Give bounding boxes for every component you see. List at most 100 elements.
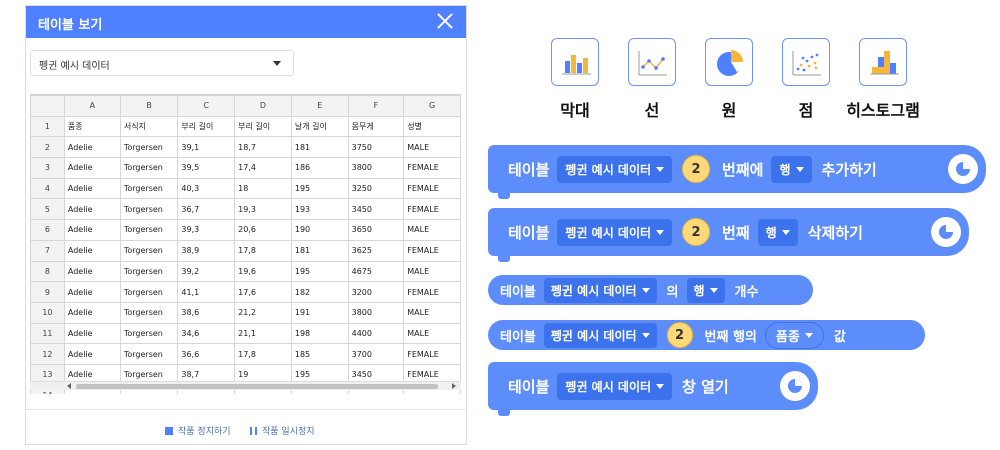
grid-cell[interactable]: Torgersen bbox=[119, 177, 179, 200]
index-input[interactable]: 2 bbox=[666, 322, 693, 348]
row-count-block[interactable]: 테이블 펭귄 예시 데이터 의 행 개수 bbox=[488, 275, 813, 305]
grid-cell[interactable]: 3750 bbox=[347, 136, 405, 159]
grid-cell[interactable]: 21,1 bbox=[234, 322, 292, 345]
grid-cell[interactable]: 성별 bbox=[403, 115, 461, 138]
grid-column-header[interactable]: G bbox=[403, 95, 461, 117]
grid-cell[interactable]: Adelie bbox=[63, 157, 121, 179]
grid-cell[interactable]: 3700 bbox=[347, 343, 405, 365]
delete-row-block[interactable]: 테이블 펭귄 예시 데이터 2 번째 행 삭제하기 bbox=[488, 208, 969, 262]
grid-cell[interactable]: 195 bbox=[290, 177, 349, 200]
grid-column-header[interactable]: F bbox=[347, 95, 405, 117]
scatter-chart-button[interactable] bbox=[782, 38, 830, 86]
histogram-button[interactable] bbox=[859, 38, 907, 86]
grid-cell[interactable]: MALE bbox=[403, 219, 461, 241]
grid-cell[interactable]: 20,6 bbox=[234, 219, 292, 241]
scrollbar-thumb[interactable] bbox=[76, 384, 438, 389]
grid-cell[interactable]: Torgersen bbox=[119, 301, 179, 324]
grid-cell[interactable]: 39,1 bbox=[177, 136, 236, 159]
grid-cell[interactable]: Torgersen bbox=[119, 136, 179, 159]
grid-cell[interactable]: 3200 bbox=[347, 281, 405, 303]
grid-cell[interactable]: 날개 길이 bbox=[290, 115, 349, 138]
table-dropdown[interactable]: 펭귄 예시 데이터 bbox=[557, 218, 673, 246]
grid-cell[interactable]: 4400 bbox=[347, 322, 405, 345]
grid-row-header[interactable]: 11 bbox=[30, 322, 65, 345]
table-dropdown[interactable]: 펭귄 예시 데이터 bbox=[557, 372, 673, 400]
grid-cell[interactable]: 181 bbox=[290, 136, 349, 159]
grid-cell[interactable]: FEMALE bbox=[403, 198, 461, 221]
grid-cell[interactable]: 18 bbox=[234, 177, 292, 200]
grid-row-header[interactable]: 12 bbox=[30, 343, 65, 365]
add-row-block[interactable]: 테이블 펭귄 예시 데이터 2 번째에 행 추가하기 bbox=[488, 145, 986, 199]
grid-cell[interactable]: 182 bbox=[290, 281, 349, 303]
row-col-dropdown[interactable]: 행 bbox=[771, 155, 812, 183]
grid-cell[interactable]: 39,3 bbox=[177, 219, 236, 241]
grid-cell[interactable]: Adelie bbox=[63, 301, 121, 324]
grid-column-header[interactable]: E bbox=[290, 95, 349, 117]
grid-cell[interactable]: 193 bbox=[290, 198, 349, 221]
grid-cell[interactable]: MALE bbox=[403, 260, 461, 283]
grid-cell[interactable]: Adelie bbox=[63, 198, 121, 221]
grid-column-header[interactable]: A bbox=[63, 95, 121, 117]
grid-cell[interactable]: MALE bbox=[403, 301, 461, 324]
pause-project-button[interactable]: 작품 일시정지 bbox=[250, 424, 315, 437]
grid-column-header[interactable]: B bbox=[119, 95, 179, 117]
grid-row-header[interactable]: 4 bbox=[30, 177, 65, 200]
grid-row-header[interactable]: 6 bbox=[30, 219, 65, 241]
grid-cell[interactable]: 부리 길이 bbox=[234, 115, 292, 138]
grid-cell[interactable]: 부리 길이 bbox=[177, 115, 236, 138]
cell-value-block[interactable]: 테이블 펭귄 예시 데이터 2 번째 행의 품종 값 bbox=[488, 320, 925, 350]
grid-cell[interactable]: 18,7 bbox=[234, 136, 292, 159]
open-chart-window-block[interactable]: 테이블 펭귄 예시 데이터 창 열기 bbox=[488, 362, 818, 416]
grid-cell[interactable]: 서식지 bbox=[119, 115, 179, 138]
grid-cell[interactable]: 4675 bbox=[347, 260, 405, 283]
horizontal-scrollbar[interactable] bbox=[30, 381, 461, 390]
grid-cell[interactable]: 3650 bbox=[347, 219, 405, 241]
grid-cell[interactable]: Torgersen bbox=[119, 322, 179, 345]
index-input[interactable]: 2 bbox=[682, 155, 711, 183]
grid-cell[interactable]: 186 bbox=[290, 157, 349, 179]
grid-cell[interactable]: 41,1 bbox=[177, 281, 236, 303]
row-col-dropdown[interactable]: 행 bbox=[686, 277, 725, 303]
column-dropdown[interactable]: 품종 bbox=[764, 321, 824, 349]
grid-cell[interactable]: Adelie bbox=[63, 260, 121, 283]
grid-cell[interactable]: 39,2 bbox=[177, 260, 236, 283]
grid-row-header[interactable]: 3 bbox=[30, 157, 65, 179]
grid-cell[interactable]: Torgersen bbox=[119, 219, 179, 241]
grid-cell[interactable]: Torgersen bbox=[119, 239, 179, 262]
bar-chart-button[interactable] bbox=[551, 38, 599, 86]
grid-cell[interactable]: Adelie bbox=[63, 136, 121, 159]
grid-cell[interactable]: 36,6 bbox=[177, 343, 236, 365]
grid-cell[interactable]: 3625 bbox=[347, 239, 405, 262]
grid-cell[interactable]: 3450 bbox=[347, 198, 405, 221]
grid-cell[interactable]: 3800 bbox=[347, 157, 405, 179]
grid-cell[interactable]: FEMALE bbox=[403, 177, 461, 200]
table-select[interactable]: 펭귄 예시 데이터 bbox=[30, 50, 294, 76]
grid-cell[interactable]: 34,6 bbox=[177, 322, 236, 345]
grid-cell[interactable]: Adelie bbox=[63, 322, 121, 345]
grid-cell[interactable]: 품종 bbox=[63, 115, 121, 138]
grid-cell[interactable]: 185 bbox=[290, 343, 349, 365]
grid-row-header[interactable]: 2 bbox=[30, 136, 65, 159]
grid-cell[interactable]: FEMALE bbox=[403, 239, 461, 262]
grid-cell[interactable]: 17,4 bbox=[234, 157, 292, 179]
grid-cell[interactable]: Torgersen bbox=[119, 343, 179, 365]
grid-cell[interactable]: MALE bbox=[403, 322, 461, 345]
grid-cell[interactable]: 3800 bbox=[347, 301, 405, 324]
table-dropdown[interactable]: 펭귄 예시 데이터 bbox=[543, 322, 657, 348]
grid-cell[interactable]: 39,5 bbox=[177, 157, 236, 179]
grid-row-header[interactable]: 9 bbox=[30, 281, 65, 303]
grid-cell[interactable]: 19,6 bbox=[234, 260, 292, 283]
scroll-left-icon[interactable] bbox=[67, 383, 71, 389]
close-icon[interactable] bbox=[436, 12, 454, 30]
grid-cell[interactable]: Adelie bbox=[63, 343, 121, 365]
index-input[interactable]: 2 bbox=[682, 218, 711, 246]
grid-cell[interactable]: Adelie bbox=[63, 239, 121, 262]
grid-cell[interactable]: FEMALE bbox=[403, 343, 461, 365]
grid-row-header[interactable]: 7 bbox=[30, 239, 65, 262]
grid-cell[interactable]: Adelie bbox=[63, 219, 121, 241]
grid-cell[interactable]: MALE bbox=[403, 136, 461, 159]
grid-cell[interactable]: Torgersen bbox=[119, 198, 179, 221]
grid-cell[interactable]: 17,6 bbox=[234, 281, 292, 303]
grid-cell[interactable]: FEMALE bbox=[403, 157, 461, 179]
grid-cell[interactable]: Torgersen bbox=[119, 260, 179, 283]
